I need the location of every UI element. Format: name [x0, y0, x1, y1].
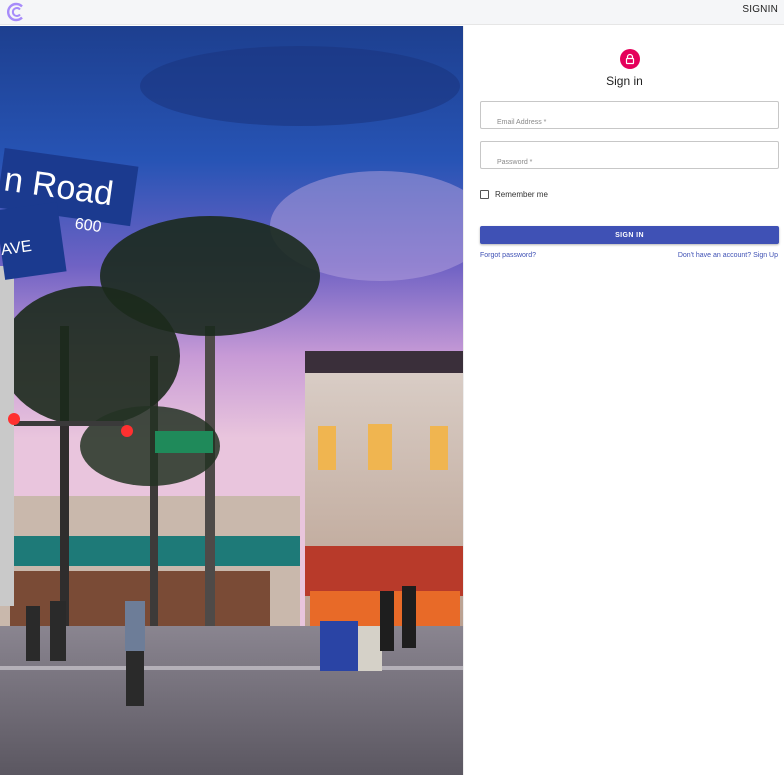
- password-field[interactable]: Password *: [480, 141, 779, 169]
- email-input[interactable]: [481, 102, 778, 128]
- email-field[interactable]: Email Address *: [480, 101, 779, 129]
- signin-panel: Sign in Email Address * Password * Remem…: [463, 26, 784, 775]
- top-bar: SIGNIN: [0, 0, 784, 25]
- signin-submit-button[interactable]: SIGN IN: [480, 226, 779, 244]
- password-input[interactable]: [481, 142, 778, 168]
- lock-icon: [625, 53, 635, 65]
- c-logo-icon[interactable]: [7, 2, 27, 22]
- background-photo: n Road 600 AVE: [0, 26, 463, 775]
- signup-link[interactable]: Don't have an account? Sign Up: [678, 252, 778, 259]
- remember-me-label: Remember me: [495, 189, 548, 199]
- header-signin-link[interactable]: SIGNIN: [742, 4, 778, 15]
- remember-me-checkbox[interactable]: [480, 189, 489, 199]
- remember-me-row[interactable]: Remember me: [480, 188, 548, 200]
- lock-avatar: [620, 49, 640, 69]
- page-title: Sign in: [606, 74, 643, 88]
- forgot-password-link[interactable]: Forgot password?: [480, 252, 536, 259]
